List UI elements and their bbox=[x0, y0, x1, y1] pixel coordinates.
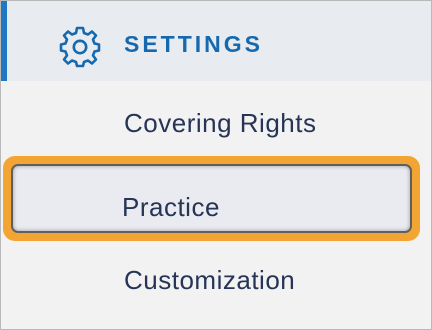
settings-title: SETTINGS bbox=[124, 31, 264, 57]
settings-header[interactable]: SETTINGS bbox=[1, 1, 431, 81]
menu-item-covering-rights[interactable]: Covering Rights bbox=[124, 107, 316, 139]
menu-item-customization[interactable]: Customization bbox=[124, 264, 295, 296]
gear-icon bbox=[57, 24, 103, 70]
menu-item-practice[interactable]: Practice bbox=[3, 156, 420, 241]
menu-item-practice-label: Practice bbox=[122, 192, 220, 222]
settings-menu-panel: SETTINGS Covering Rights Practice Custom… bbox=[0, 0, 432, 330]
header-accent-bar bbox=[1, 1, 7, 81]
